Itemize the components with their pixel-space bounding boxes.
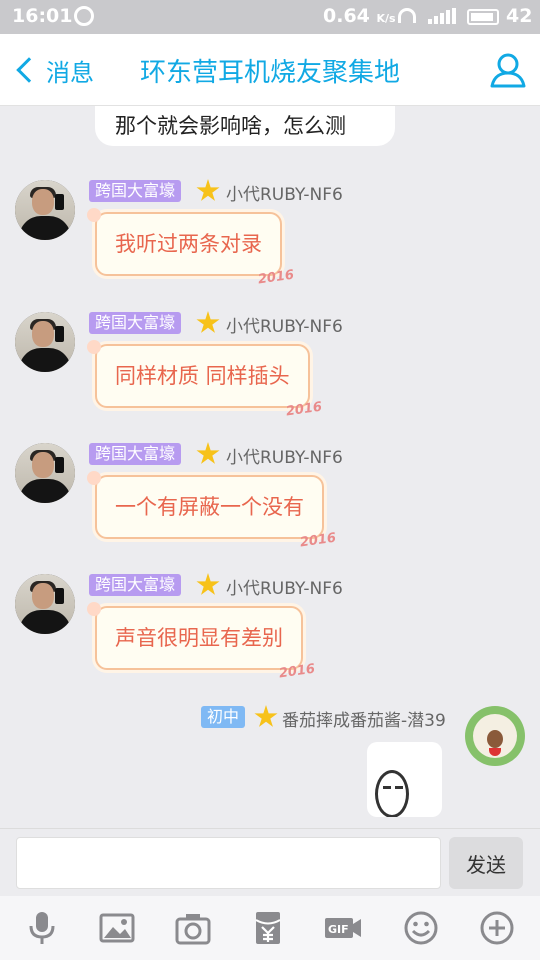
toolbar: GIF (0, 896, 540, 960)
star-icon (254, 705, 278, 727)
sender-name[interactable]: 番茄摔成番茄酱-潜39 (282, 706, 446, 731)
plus-icon[interactable] (478, 910, 516, 946)
microphone-icon[interactable] (23, 910, 61, 946)
avatar[interactable] (15, 443, 75, 503)
flower-decoration (87, 340, 101, 354)
sender-name[interactable]: 小代RUBY-NF6 (226, 180, 343, 205)
status-time: 16:01 (12, 5, 73, 27)
red-packet-icon[interactable] (249, 910, 287, 946)
image-icon[interactable] (98, 910, 136, 946)
bubble-decoration-2016: 2016 (256, 267, 295, 288)
sticker-image[interactable] (367, 742, 442, 817)
member-title-badge: 初中 (201, 706, 246, 728)
message-text: 我听过两条对录 (115, 232, 262, 256)
input-bar: 发送 (0, 828, 540, 896)
network-speed: 0.64 K/s (323, 5, 396, 27)
message-bubble-previous[interactable]: 那个就会影响啥，怎么测 (95, 106, 395, 146)
member-title-badge: 跨国大富壕 (89, 443, 182, 465)
bubble-decoration-2016: 2016 (298, 530, 337, 551)
flower-decoration (87, 602, 101, 616)
message-text: 同样材质 同样插头 (115, 364, 290, 388)
sender-name[interactable]: 小代RUBY-NF6 (226, 312, 343, 337)
sender-name[interactable]: 小代RUBY-NF6 (226, 443, 343, 468)
sender-name[interactable]: 小代RUBY-NF6 (226, 574, 343, 599)
message-item: 跨国大富壕 小代RUBY-NF6 声音很明显有差别 2016 (0, 573, 540, 684)
message-text: 声音很明显有差别 (115, 626, 283, 650)
page-title: 环东营耳机烧友聚集地 (139, 58, 400, 88)
flower-decoration (87, 208, 101, 222)
gif-icon[interactable]: GIF (324, 910, 362, 946)
emoji-icon[interactable] (402, 910, 440, 946)
message-item: 跨国大富壕 小代RUBY-NF6 一个有屏蔽一个没有 2016 (0, 442, 540, 553)
avatar[interactable] (15, 180, 75, 240)
title-bar: 消息 环东营耳机烧友聚集地 (0, 34, 540, 106)
star-icon (196, 179, 220, 201)
bubble-decoration-2016: 2016 (284, 399, 323, 420)
status-bar: 16:01 0.64 K/s 42 (0, 0, 540, 34)
message-item: 跨国大富壕 小代RUBY-NF6 同样材质 同样插头 2016 (0, 311, 540, 422)
signal-icon (428, 8, 456, 24)
message-bubble[interactable]: 一个有屏蔽一个没有 2016 (87, 471, 337, 550)
message-bubble[interactable]: 同样材质 同样插头 2016 (87, 340, 322, 419)
sync-icon (74, 6, 94, 26)
bubble-decoration-2016: 2016 (277, 661, 316, 682)
message-text: 一个有屏蔽一个没有 (115, 495, 304, 519)
star-icon (196, 311, 220, 333)
battery-level: 42 (506, 5, 533, 27)
message-bubble[interactable]: 声音很明显有差别 2016 (87, 602, 316, 681)
avatar[interactable] (465, 706, 525, 766)
member-title-badge: 跨国大富壕 (89, 574, 182, 596)
avatar[interactable] (15, 574, 75, 634)
battery-icon (467, 9, 499, 25)
chat-area[interactable]: 那个就会影响啥，怎么测 跨国大富壕 小代RUBY-NF6 我听过两条对录 201… (0, 106, 540, 828)
group-members-icon[interactable] (488, 50, 528, 90)
headphones-icon (398, 8, 416, 23)
camera-icon[interactable] (174, 910, 212, 946)
member-title-badge: 跨国大富壕 (89, 180, 182, 202)
member-title-badge: 跨国大富壕 (89, 312, 182, 334)
flower-decoration (87, 471, 101, 485)
avatar[interactable] (15, 312, 75, 372)
svg-text:GIF: GIF (328, 923, 349, 936)
message-item-self: 初中 番茄摔成番茄酱-潜39 (0, 705, 540, 818)
message-item: 跨国大富壕 小代RUBY-NF6 我听过两条对录 2016 (0, 179, 540, 290)
message-bubble[interactable]: 我听过两条对录 2016 (87, 208, 295, 287)
send-button[interactable]: 发送 (449, 837, 523, 889)
star-icon (196, 573, 220, 595)
star-icon (196, 442, 220, 464)
message-input[interactable] (16, 837, 441, 889)
